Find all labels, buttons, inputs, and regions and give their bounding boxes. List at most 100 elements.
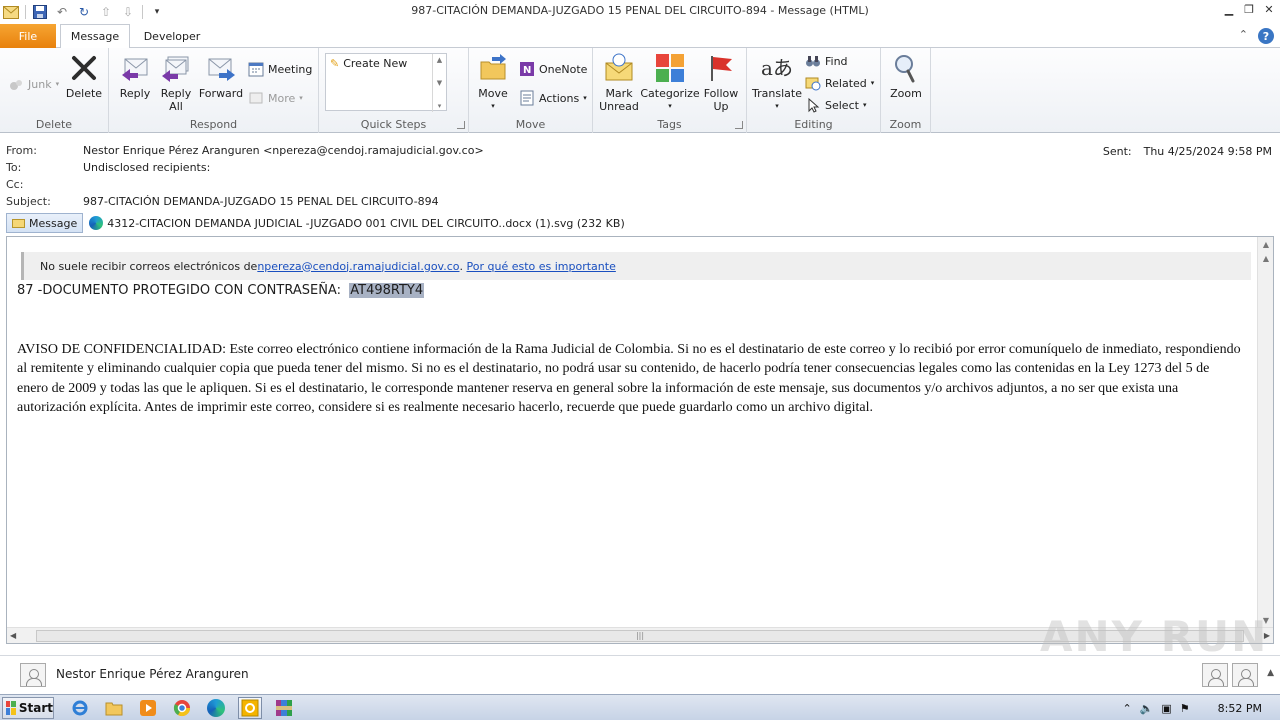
attachment-file[interactable]: 4312-CITACION DEMANDA JUDICIAL -JUZGADO …	[89, 216, 625, 230]
scroll-up-icon[interactable]: ▲	[437, 56, 442, 64]
people-pane-name[interactable]: Nestor Enrique Pérez Aranguren	[56, 667, 249, 681]
delete-button[interactable]: Delete	[64, 52, 104, 100]
translate-button[interactable]: aあ Translate ▾	[751, 52, 803, 113]
find-button[interactable]: Find	[805, 53, 848, 69]
delete-icon	[68, 52, 100, 84]
redo-icon[interactable]: ↻	[76, 4, 92, 20]
move-button[interactable]: Move ▾	[475, 52, 511, 113]
find-label: Find	[825, 54, 848, 68]
actions-button[interactable]: Actions ▾	[519, 90, 587, 106]
categorize-button[interactable]: Categorize ▾	[640, 52, 700, 113]
sent-row: Sent: Thu 4/25/2024 9:58 PM	[1103, 145, 1272, 158]
mark-unread-label-1: Mark	[605, 87, 633, 100]
cc-row: Cc:	[6, 178, 83, 194]
taskbar-clock[interactable]: 8:52 PM	[1218, 702, 1262, 715]
junk-button[interactable]: Junk ▾	[8, 76, 59, 92]
action-center-flag-icon[interactable]: ⚑	[1180, 702, 1190, 715]
tab-message[interactable]: Message	[60, 24, 130, 49]
minimize-icon[interactable]: ▁	[1222, 2, 1236, 16]
file-explorer-icon[interactable]	[102, 697, 126, 719]
magnifier-icon	[890, 52, 922, 84]
volume-icon[interactable]: 🔈	[1140, 702, 1154, 715]
show-hidden-icons[interactable]: ⌃	[1122, 702, 1131, 715]
why-important-link[interactable]: Por qué esto es importante	[467, 260, 616, 273]
quick-steps-gallery[interactable]: ✎ Create New ▲ ▼ ▾	[325, 53, 447, 112]
undo-icon[interactable]: ↶	[54, 4, 70, 20]
edge-icon[interactable]	[204, 697, 228, 719]
avatar[interactable]	[20, 663, 46, 687]
chrome-icon[interactable]	[170, 697, 194, 719]
more-respond-button[interactable]: More ▾	[248, 90, 303, 106]
binoculars-icon	[805, 53, 821, 69]
create-new-quick-step[interactable]: ✎ Create New	[330, 57, 407, 70]
subject-row: Subject: 987-CITACIÓN DEMANDA-JUZGADO 15…	[6, 195, 439, 211]
tab-file[interactable]: File	[0, 24, 56, 48]
chevron-down-icon: ▾	[55, 80, 60, 88]
reply-button[interactable]: Reply	[117, 52, 153, 100]
create-new-label: Create New	[343, 57, 408, 70]
collapse-ribbon-icon[interactable]: ⌃	[1239, 28, 1248, 44]
related-label: Related	[825, 76, 867, 90]
taskbar: Start ⌃ 🔈 ▣ ⚑ 8:52 PM	[0, 694, 1280, 720]
from-value[interactable]: Nestor Enrique Pérez Aranguren <npereza@…	[83, 144, 484, 160]
expand-people-pane-icon[interactable]: ▲	[1267, 668, 1274, 678]
expand-gallery-icon[interactable]: ▾	[438, 102, 442, 110]
meeting-label: Meeting	[268, 62, 313, 76]
avatar[interactable]	[1202, 663, 1228, 687]
chevron-down-icon: ▾	[668, 102, 672, 110]
network-icon[interactable]: ▣	[1161, 702, 1171, 715]
outlook-icon[interactable]	[238, 696, 262, 719]
calendar-icon	[248, 61, 264, 77]
previous-item-icon[interactable]: ⇧	[98, 4, 114, 20]
select-button[interactable]: Select ▾	[805, 97, 866, 113]
zoom-label: Zoom	[890, 87, 922, 100]
onenote-button[interactable]: N OneNote	[519, 61, 587, 77]
person-icon	[1208, 668, 1224, 686]
scroll-down-icon[interactable]: ▼	[437, 79, 442, 87]
message-tab-button[interactable]: Message	[6, 213, 84, 233]
cc-label: Cc:	[6, 178, 24, 191]
message-body[interactable]: No suele recibir correos electrónicos de…	[6, 236, 1274, 644]
vertical-scrollbar[interactable]: ▲ ▲ ▼	[1257, 237, 1273, 627]
close-icon[interactable]: ✕	[1262, 2, 1276, 16]
junk-icon	[8, 76, 24, 92]
next-item-icon[interactable]: ⇩	[120, 4, 136, 20]
customize-toolbar-icon[interactable]: ▾	[149, 4, 165, 20]
reply-all-button[interactable]: Reply All	[158, 52, 194, 113]
scroll-up-icon[interactable]: ▲	[1258, 251, 1274, 265]
notice-email-link[interactable]: npereza@cendoj.ramajudicial.gov.co	[257, 260, 459, 273]
meeting-button[interactable]: Meeting	[248, 61, 312, 77]
group-move: Move ▾ N OneNote Actions ▾ Move	[469, 48, 593, 133]
avatar[interactable]	[1232, 663, 1258, 687]
help-icon[interactable]: ?	[1258, 28, 1274, 44]
separator	[142, 5, 143, 19]
scroll-up-icon[interactable]: ▲	[1258, 237, 1274, 251]
mark-unread-button[interactable]: Mark Unread	[597, 52, 641, 113]
message-header: From: Nestor Enrique Pérez Aranguren <np…	[0, 140, 1280, 212]
scroll-left-icon[interactable]: ◀	[10, 631, 16, 640]
delete-label: Delete	[65, 87, 103, 100]
tab-developer[interactable]: Developer	[134, 24, 210, 48]
from-row: From: Nestor Enrique Pérez Aranguren <np…	[6, 144, 484, 160]
archive-app-icon[interactable]	[272, 697, 296, 719]
zoom-button[interactable]: Zoom	[887, 52, 925, 100]
doc-line-text: 87 -DOCUMENTO PROTEGIDO CON CONTRASEÑA:	[17, 283, 350, 298]
forward-button[interactable]: Forward	[199, 52, 243, 100]
ribbon-tabs-right: ⌃ ?	[1239, 28, 1274, 44]
system-tray: ⌃ 🔈 ▣ ⚑ 8:52 PM	[1122, 695, 1280, 720]
attachment-file-name: 4312-CITACION DEMANDA JUDICIAL -JUZGADO …	[107, 216, 625, 230]
internet-explorer-icon[interactable]	[68, 697, 92, 719]
save-icon[interactable]	[32, 4, 48, 20]
media-player-icon[interactable]	[136, 697, 160, 719]
restore-icon[interactable]: ❐	[1242, 2, 1256, 16]
people-pane-avatars	[1202, 663, 1258, 687]
protected-document-line: 87 -DOCUMENTO PROTEGIDO CON CONTRASEÑA: …	[17, 283, 425, 298]
actions-label: Actions	[539, 91, 580, 105]
related-button[interactable]: Related ▾	[805, 75, 874, 91]
start-button[interactable]: Start	[2, 696, 54, 719]
window-controls: ▁ ❐ ✕	[1222, 2, 1276, 16]
follow-up-button[interactable]: Follow Up	[701, 52, 741, 113]
password-text[interactable]: AT498RTY4	[349, 283, 425, 298]
person-icon	[1238, 668, 1254, 686]
quick-steps-scroll[interactable]: ▲ ▼ ▾	[432, 54, 446, 112]
